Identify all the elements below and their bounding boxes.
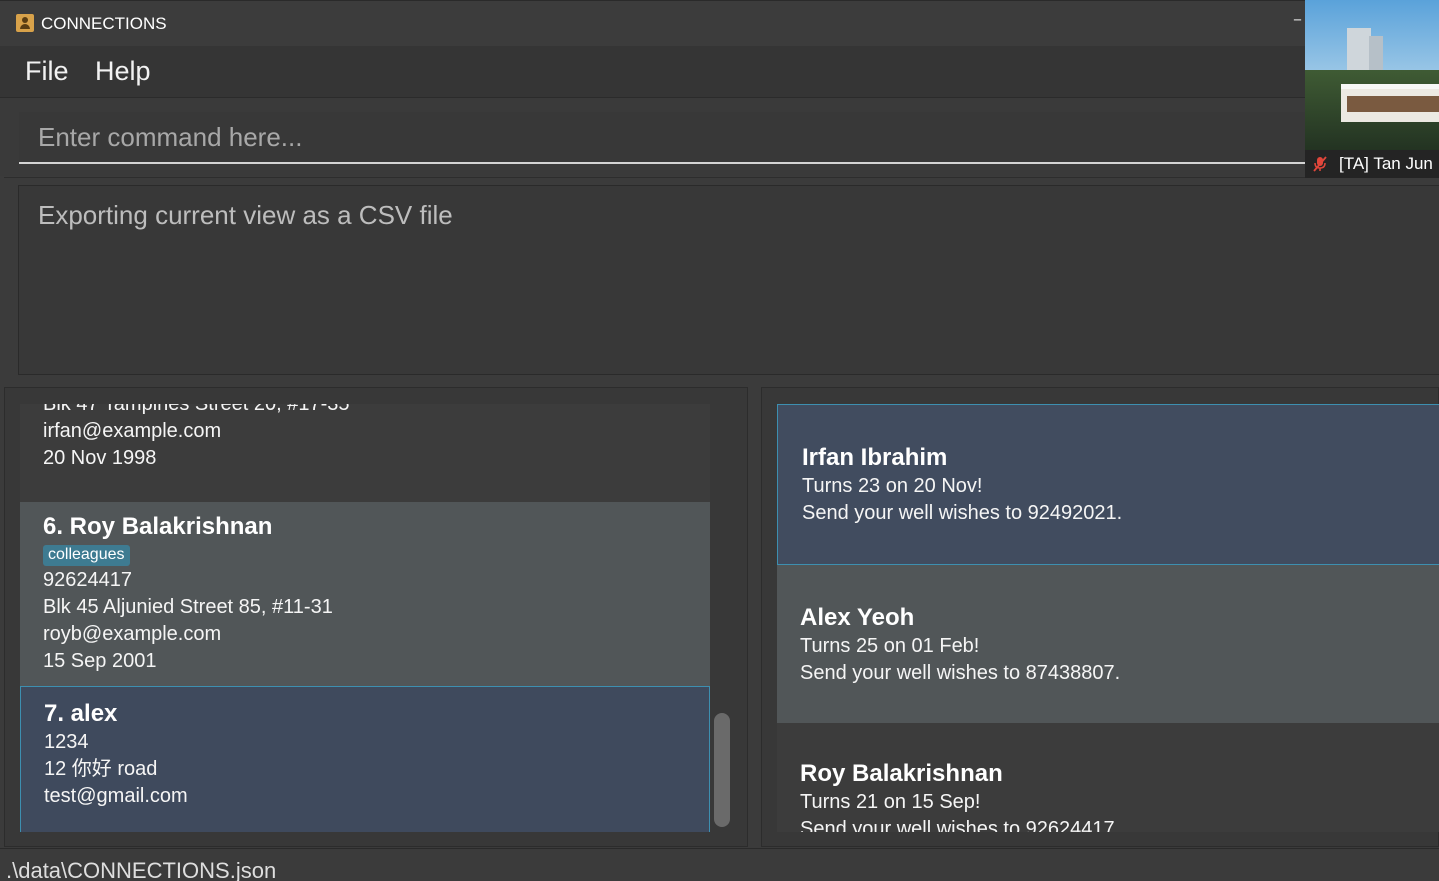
birthday-turns: Turns 23 on 20 Nov! xyxy=(802,475,983,497)
birthday-card-selected[interactable]: Irfan Ibrahim Turns 23 on 20 Nov! Send y… xyxy=(777,404,1439,565)
command-input[interactable] xyxy=(19,112,1439,164)
birthday-list[interactable]: Irfan Ibrahim Turns 23 on 20 Nov! Send y… xyxy=(777,404,1439,832)
person-card[interactable]: 6. Roy Balakrishnan colleagues 92624417 … xyxy=(20,502,710,686)
person-email: royb@example.com xyxy=(43,623,222,645)
birthday-name: Alex Yeoh xyxy=(800,604,915,631)
birthday-wish: Send your well wishes to 87438807. xyxy=(800,662,1121,684)
birthday-card[interactable]: Roy Balakrishnan Turns 21 on 15 Sep! Sen… xyxy=(777,723,1439,832)
app-contact-icon xyxy=(16,14,34,32)
birthday-name: Irfan Ibrahim xyxy=(802,444,948,471)
birthday-wish: Send your well wishes to 92624417. xyxy=(800,818,1121,832)
list-scroll-thumb[interactable] xyxy=(714,713,730,827)
birthday-panel: Irfan Ibrahim Turns 23 on 20 Nov! Send y… xyxy=(761,387,1439,847)
person-card-selected[interactable]: 7. alex 1234 12 你好 road test@gmail.com xyxy=(20,686,710,832)
person-address: Blk 47 Tampines Street 20, #17-35 xyxy=(43,404,350,415)
person-list[interactable]: Blk 47 Tampines Street 20, #17-35 irfan@… xyxy=(20,404,710,832)
result-panel: Exporting current view as a CSV file xyxy=(4,177,1439,377)
person-name: 7. alex xyxy=(44,700,118,727)
video-pavilion-glass xyxy=(1347,96,1439,112)
menu-help[interactable]: Help xyxy=(95,56,151,87)
command-box xyxy=(0,98,1439,176)
person-phone: 1234 xyxy=(44,731,89,753)
window-title: CONNECTIONS xyxy=(41,14,167,33)
person-card[interactable]: Blk 47 Tampines Street 20, #17-35 irfan@… xyxy=(20,404,710,502)
person-email: test@gmail.com xyxy=(44,785,188,807)
video-call-tile[interactable]: [TA] Tan Jun xyxy=(1305,0,1439,178)
person-address: Blk 45 Aljunied Street 85, #11-31 xyxy=(43,596,333,618)
person-phone: 92624417 xyxy=(43,569,132,591)
title-bar: CONNECTIONS – xyxy=(0,0,1439,46)
person-tag: colleagues xyxy=(43,545,130,566)
person-birthday: 20 Nov 1998 xyxy=(43,447,157,469)
person-birthday: 15 Sep 2001 xyxy=(43,650,157,672)
mic-off-icon xyxy=(1313,156,1327,172)
birthday-name: Roy Balakrishnan xyxy=(800,760,1003,787)
participant-name: [TA] Tan Jun xyxy=(1339,154,1433,173)
birthday-turns: Turns 25 on 01 Feb! xyxy=(800,635,980,657)
birthday-card[interactable]: Alex Yeoh Turns 25 on 01 Feb! Send your … xyxy=(777,565,1439,723)
result-message: Exporting current view as a CSV file xyxy=(38,200,453,230)
status-bar: .\data\CONNECTIONS.json xyxy=(0,848,1439,881)
result-display: Exporting current view as a CSV file xyxy=(18,185,1439,375)
person-name: 6. Roy Balakrishnan xyxy=(43,513,273,540)
menu-file[interactable]: File xyxy=(25,56,69,87)
person-list-panel: Blk 47 Tampines Street 20, #17-35 irfan@… xyxy=(4,387,748,847)
save-location: .\data\CONNECTIONS.json xyxy=(6,858,277,881)
menu-bar: File Help xyxy=(0,46,1439,98)
participant-label: [TA] Tan Jun xyxy=(1305,150,1439,178)
person-email: irfan@example.com xyxy=(43,420,222,442)
birthday-wish: Send your well wishes to 92492021. xyxy=(802,502,1123,524)
participant-video xyxy=(1305,0,1439,150)
minimize-button[interactable]: – xyxy=(1293,9,1302,30)
person-address: 12 你好 road xyxy=(44,758,158,780)
birthday-turns: Turns 21 on 15 Sep! xyxy=(800,791,981,813)
